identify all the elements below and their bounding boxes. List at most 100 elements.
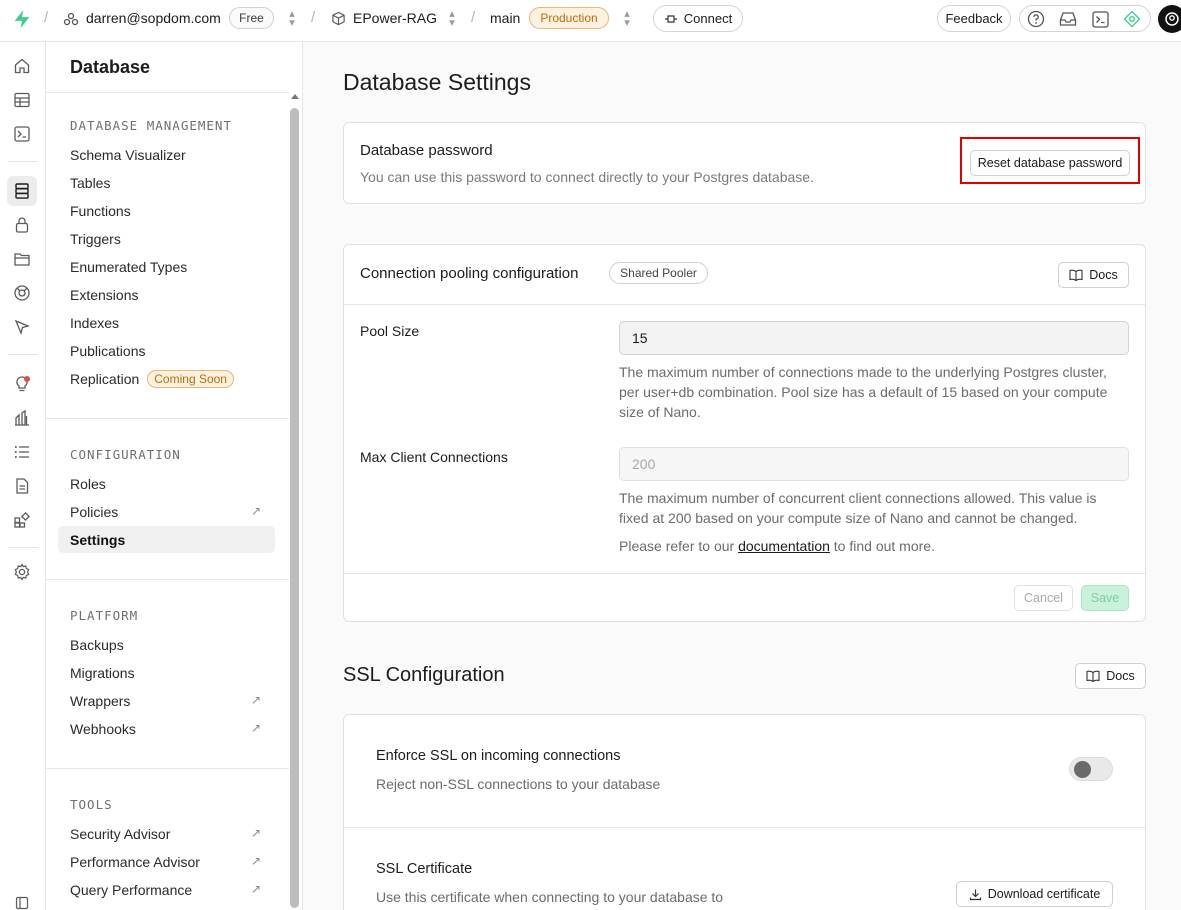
menu-divider bbox=[46, 418, 289, 419]
chevron-updown-icon[interactable]: ▴ ▾ bbox=[622, 9, 632, 29]
menu-item-indexes[interactable]: Indexes bbox=[58, 309, 275, 336]
menu-item-extensions[interactable]: Extensions bbox=[58, 281, 275, 308]
scroll-up-arrow-icon[interactable] bbox=[291, 94, 299, 99]
realtime-icon[interactable] bbox=[7, 278, 37, 308]
page-title: Database Settings bbox=[343, 69, 531, 95]
menu-item-schema-visualizer[interactable]: Schema Visualizer bbox=[58, 141, 275, 168]
plan-badge: Free bbox=[229, 7, 274, 29]
plug-icon bbox=[664, 14, 677, 23]
database-icon[interactable] bbox=[7, 176, 37, 206]
menu-item-label: Triggers bbox=[70, 230, 121, 247]
documentation-link[interactable]: documentation bbox=[738, 538, 830, 554]
connection-pooling-card: Connection pooling configuration Shared … bbox=[343, 244, 1146, 622]
menu-item-wrappers[interactable]: Wrappers ↗ bbox=[58, 687, 275, 714]
section-header-database-management: DATABASE MANAGEMENT bbox=[70, 118, 232, 133]
ssl-docs-button[interactable]: Docs bbox=[1075, 663, 1146, 689]
rail-divider bbox=[8, 547, 38, 548]
menu-item-backups[interactable]: Backups bbox=[58, 631, 275, 658]
assistant-icon[interactable] bbox=[1121, 8, 1143, 30]
menu-item-label: Publications bbox=[70, 342, 146, 359]
edge-functions-icon[interactable] bbox=[7, 312, 37, 342]
card-divider bbox=[344, 304, 1145, 305]
supabase-logo-icon[interactable] bbox=[11, 8, 33, 30]
menu-item-label: Policies bbox=[70, 503, 119, 520]
breadcrumb-separator: / bbox=[44, 9, 49, 26]
section-header-tools: TOOLS bbox=[70, 797, 113, 812]
enforce-ssl-toggle[interactable] bbox=[1069, 757, 1113, 781]
book-icon bbox=[1069, 269, 1083, 281]
ssl-card: Enforce SSL on incoming connections Reje… bbox=[343, 714, 1146, 910]
collapse-panel-icon[interactable] bbox=[7, 893, 37, 910]
menu-item-policies[interactable]: Policies ↗ bbox=[58, 498, 275, 525]
menu-item-security-advisor[interactable]: Security Advisor ↗ bbox=[58, 820, 275, 847]
download-certificate-button[interactable]: Download certificate bbox=[956, 881, 1113, 907]
advisors-lightbulb-icon[interactable] bbox=[7, 369, 37, 399]
auth-lock-icon[interactable] bbox=[7, 210, 37, 240]
menu-item-functions[interactable]: Functions bbox=[58, 197, 275, 224]
inbox-icon[interactable] bbox=[1057, 8, 1079, 30]
feedback-button[interactable]: Feedback bbox=[937, 5, 1011, 32]
menu-item-roles[interactable]: Roles bbox=[58, 470, 275, 497]
docs-button[interactable]: Docs bbox=[1058, 262, 1129, 288]
integrations-icon[interactable] bbox=[7, 505, 37, 535]
pool-size-help: The maximum number of connections made t… bbox=[619, 364, 1108, 420]
menu-title: Database bbox=[70, 57, 151, 77]
documentation-reference: Please refer to our documentation to fin… bbox=[619, 536, 1129, 556]
ssl-section-title: SSL Configuration bbox=[343, 664, 505, 686]
database-password-card: Database password You can use this passw… bbox=[343, 122, 1146, 204]
menu-item-label: Functions bbox=[70, 202, 131, 219]
production-badge: Production bbox=[529, 7, 609, 29]
reference-suffix: to find out more. bbox=[833, 538, 935, 554]
icon-rail bbox=[0, 42, 46, 910]
api-docs-icon[interactable] bbox=[7, 471, 37, 501]
menu-item-webhooks[interactable]: Webhooks ↗ bbox=[58, 715, 275, 742]
menu-scrollbar[interactable] bbox=[290, 108, 299, 908]
menu-item-label: Backups bbox=[70, 636, 124, 653]
highlight-box bbox=[960, 137, 1140, 184]
database-menu: Database DATABASE MANAGEMENT Schema Visu… bbox=[46, 42, 303, 910]
cancel-button[interactable]: Cancel bbox=[1014, 585, 1073, 611]
reports-chart-icon[interactable] bbox=[7, 403, 37, 433]
menu-item-label: Schema Visualizer bbox=[70, 146, 186, 163]
external-link-icon: ↗ bbox=[250, 721, 261, 735]
project-name[interactable]: EPower-RAG bbox=[353, 10, 437, 26]
sql-editor-icon[interactable] bbox=[7, 119, 37, 149]
user-avatar[interactable] bbox=[1158, 5, 1181, 33]
logs-list-icon[interactable] bbox=[7, 437, 37, 467]
chevron-updown-icon[interactable]: ▴ ▾ bbox=[447, 9, 457, 29]
storage-folder-icon[interactable] bbox=[7, 244, 37, 274]
terminal-icon[interactable] bbox=[1089, 8, 1111, 30]
menu-item-publications[interactable]: Publications bbox=[58, 337, 275, 364]
branch-name[interactable]: main bbox=[490, 10, 520, 26]
max-client-connections-help: The maximum number of concurrent client … bbox=[619, 490, 1097, 526]
menu-item-settings[interactable]: Settings bbox=[58, 526, 275, 553]
menu-item-tables[interactable]: Tables bbox=[58, 169, 275, 196]
download-icon bbox=[969, 889, 981, 900]
external-link-icon: ↗ bbox=[250, 826, 261, 840]
project-settings-gear-icon[interactable] bbox=[7, 557, 37, 587]
menu-item-migrations[interactable]: Migrations bbox=[58, 659, 275, 686]
button-label: Save bbox=[1090, 591, 1120, 605]
table-editor-icon[interactable] bbox=[7, 85, 37, 115]
menu-item-query-performance[interactable]: Query Performance ↗ bbox=[58, 876, 275, 903]
pool-size-input[interactable]: 15 bbox=[619, 321, 1129, 355]
reference-prefix: Please refer to our bbox=[619, 538, 735, 554]
menu-item-performance-advisor[interactable]: Performance Advisor ↗ bbox=[58, 848, 275, 875]
feedback-label: Feedback bbox=[945, 11, 1003, 26]
connect-button[interactable]: Connect bbox=[653, 5, 743, 32]
menu-item-triggers[interactable]: Triggers bbox=[58, 225, 275, 252]
enforce-ssl-desc: Reject non-SSL connections to your datab… bbox=[376, 776, 661, 792]
menu-item-label: Webhooks bbox=[70, 720, 136, 737]
toggle-knob bbox=[1074, 761, 1091, 778]
menu-item-enumerated-types[interactable]: Enumerated Types bbox=[58, 253, 275, 280]
save-button[interactable]: Save bbox=[1081, 585, 1129, 611]
menu-item-label: Security Advisor bbox=[70, 825, 171, 842]
menu-item-replication[interactable]: Replication Coming Soon bbox=[58, 365, 275, 392]
menu-item-label: Tables bbox=[70, 174, 111, 191]
chevron-updown-icon[interactable]: ▴ ▾ bbox=[287, 9, 297, 29]
input-value: 15 bbox=[632, 330, 648, 346]
help-icon[interactable] bbox=[1025, 8, 1047, 30]
org-name[interactable]: darren@sopdom.com bbox=[86, 10, 221, 26]
card-divider bbox=[344, 573, 1145, 574]
home-icon[interactable] bbox=[7, 51, 37, 81]
